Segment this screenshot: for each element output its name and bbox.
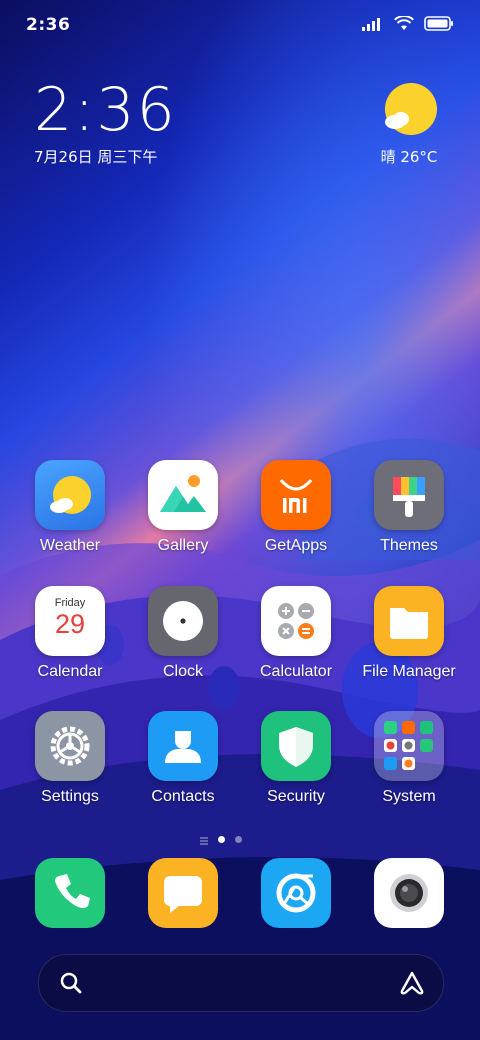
phone-icon[interactable] xyxy=(35,858,105,928)
security-icon xyxy=(261,711,331,781)
calculator-icon xyxy=(261,586,331,656)
wifi-icon xyxy=(394,15,414,35)
weather-icon xyxy=(35,460,105,530)
weather-text: 晴 26°C xyxy=(380,148,438,166)
app-clock[interactable]: Clock xyxy=(128,586,238,681)
widget-date: 7月26日 周三下午 xyxy=(34,148,158,166)
battery-icon xyxy=(424,16,454,35)
getapps-icon xyxy=(261,460,331,530)
app-label: GetApps xyxy=(264,537,328,554)
app-contacts[interactable]: Contacts xyxy=(128,711,238,806)
calendar-day: Friday xyxy=(54,597,86,609)
page-indicator[interactable] xyxy=(200,830,242,849)
file-manager-icon xyxy=(374,586,444,656)
browser-icon[interactable] xyxy=(261,858,331,928)
app-calculator[interactable]: Calculator xyxy=(241,586,351,681)
sun-cloud-icon xyxy=(381,83,437,140)
app-folder-system[interactable]: System xyxy=(354,711,464,806)
messages-icon[interactable] xyxy=(148,858,218,928)
app-label: Clock xyxy=(162,663,203,680)
app-label: Weather xyxy=(39,537,101,554)
app-label: File Manager xyxy=(362,663,456,680)
calendar-date: 29 xyxy=(54,609,86,639)
clock-widget[interactable]: 2:36 7月26日 周三下午 xyxy=(34,78,177,167)
app-label: Gallery xyxy=(157,537,209,554)
app-gallery[interactable]: Gallery xyxy=(128,460,238,555)
voice-assistant-icon[interactable] xyxy=(397,969,427,1001)
weather-widget[interactable]: 晴 26°C xyxy=(374,82,444,167)
status-bar: 2:36 xyxy=(0,0,480,50)
app-label: Settings xyxy=(41,788,99,805)
search-bar[interactable] xyxy=(38,954,444,1012)
calendar-icon: Friday 29 xyxy=(35,586,105,656)
app-calendar[interactable]: Friday 29 Calendar xyxy=(15,586,125,681)
app-themes[interactable]: Themes xyxy=(354,460,464,555)
search-icon xyxy=(59,971,83,999)
signal-icon xyxy=(362,16,384,35)
page-dot[interactable] xyxy=(235,836,242,843)
app-label: Security xyxy=(267,788,325,805)
app-security[interactable]: Security xyxy=(241,711,351,806)
app-settings[interactable]: Settings xyxy=(15,711,125,806)
contacts-icon xyxy=(148,711,218,781)
settings-icon xyxy=(35,711,105,781)
app-label: Themes xyxy=(380,537,438,554)
app-label: Contacts xyxy=(151,788,215,805)
app-label: Calendar xyxy=(37,663,103,680)
status-time: 2:36 xyxy=(26,15,71,35)
folder-icon xyxy=(374,711,444,781)
gallery-icon xyxy=(148,460,218,530)
app-weather[interactable]: Weather xyxy=(15,460,125,555)
app-label: System xyxy=(382,788,436,805)
app-label: Calculator xyxy=(259,663,333,680)
menu-lines-icon xyxy=(200,830,208,849)
app-getapps[interactable]: GetApps xyxy=(241,460,351,555)
themes-icon xyxy=(374,460,444,530)
clock-icon xyxy=(148,586,218,656)
camera-icon[interactable] xyxy=(374,858,444,928)
page-dot-active[interactable] xyxy=(218,836,225,843)
widget-time: 2:36 xyxy=(34,75,177,145)
app-file-manager[interactable]: File Manager xyxy=(354,586,464,681)
